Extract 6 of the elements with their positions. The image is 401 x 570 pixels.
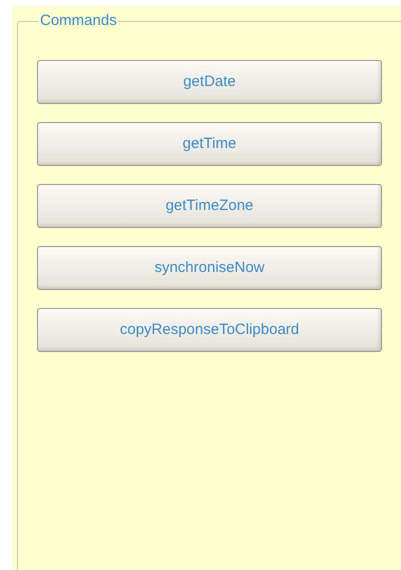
command-button[interactable]: copyResponseToClipboard (37, 308, 382, 352)
command-button[interactable]: getDate (37, 60, 382, 104)
group-title: Commands (39, 12, 118, 30)
command-button[interactable]: getTimeZone (37, 184, 382, 228)
command-button[interactable]: getTime (37, 122, 382, 166)
command-button[interactable]: synchroniseNow (37, 246, 382, 290)
